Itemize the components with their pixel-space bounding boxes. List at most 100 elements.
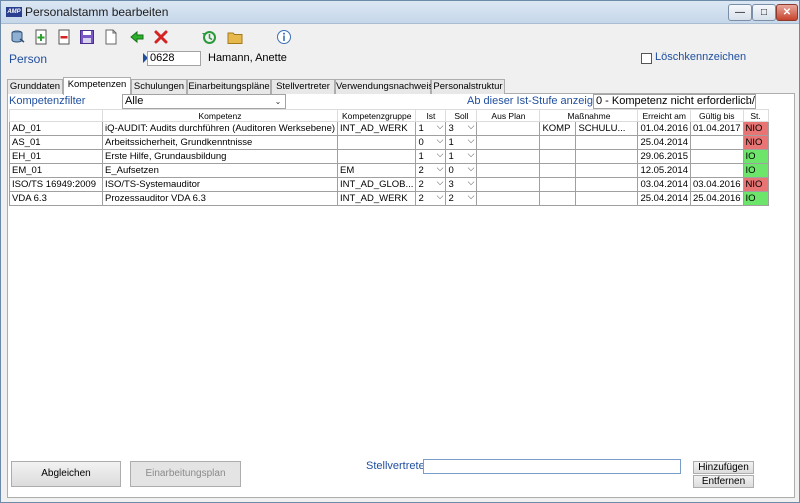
new-doc-icon[interactable] — [103, 29, 119, 45]
cell-massnahme-typ[interactable] — [575, 191, 639, 206]
cell-gueltig-bis[interactable] — [689, 149, 744, 164]
cell-kompetenz[interactable]: ISO/TS-Systemauditor — [101, 177, 339, 192]
tab-grunddaten[interactable]: Grunddaten — [7, 79, 63, 94]
table-row[interactable]: AD_01 iQ-AUDIT: Audits durchführen (Audi… — [9, 121, 769, 136]
save-icon[interactable] — [79, 29, 95, 45]
cancel-x-icon[interactable] — [153, 29, 169, 45]
cell-massnahme-typ[interactable] — [575, 135, 639, 150]
cell-aus-plan[interactable] — [476, 149, 541, 164]
cell-aus-plan[interactable] — [476, 191, 541, 206]
cell-soll-select[interactable]: 1 — [445, 149, 478, 164]
folder-icon[interactable] — [227, 29, 243, 45]
kompetenzfilter-select[interactable]: Alle ⌄ — [122, 94, 286, 109]
cell-kompetenz[interactable]: Erste Hilfe, Grundausbildung — [101, 149, 339, 164]
abgleichen-button[interactable]: Abgleichen — [11, 461, 121, 487]
person-number-field[interactable]: 0628 — [147, 51, 201, 66]
cell-code[interactable]: EH_01 — [9, 149, 103, 164]
tab-kompetenzen[interactable]: Kompetenzen — [63, 77, 131, 95]
cell-aus-plan[interactable] — [476, 135, 541, 150]
close-button[interactable]: ✕ — [776, 4, 798, 21]
cell-gueltig-bis[interactable] — [689, 163, 744, 178]
entfernen-button[interactable]: Entfernen — [693, 475, 754, 488]
cell-code[interactable]: ISO/TS 16949:2009 — [9, 177, 103, 192]
cell-ist-select[interactable]: 2 — [415, 177, 447, 192]
cell-massnahme-typ[interactable] — [575, 149, 639, 164]
cell-massnahme-typ[interactable]: SCHULU... — [575, 121, 639, 136]
tab-einarbeitungsplaene[interactable]: Einarbeitungspläne — [187, 79, 271, 94]
cell-gueltig-bis[interactable]: 01.04.2017 — [689, 121, 744, 136]
db-icon[interactable] — [10, 29, 26, 45]
cell-kompetenz[interactable]: iQ-AUDIT: Audits durchführen (Auditoren … — [101, 121, 339, 136]
table-row[interactable]: VDA 6.3 Prozessauditor VDA 6.3 INT_AD_WE… — [9, 191, 769, 206]
cell-massnahme[interactable] — [539, 177, 577, 192]
cell-gruppe[interactable]: INT_AD_WERK — [337, 121, 417, 136]
cell-massnahme[interactable]: KOMP — [539, 121, 577, 136]
col-header-aus-plan[interactable]: Aus Plan — [476, 109, 541, 122]
cell-soll-select[interactable]: 0 — [445, 163, 478, 178]
cell-soll-select[interactable]: 3 — [445, 121, 478, 136]
cell-code[interactable]: EM_01 — [9, 163, 103, 178]
cell-erreicht-am[interactable]: 01.04.2016 — [637, 121, 691, 136]
cell-gueltig-bis[interactable]: 25.04.2016 — [689, 191, 744, 206]
cell-code[interactable]: AS_01 — [9, 135, 103, 150]
col-header-ist[interactable]: Ist — [415, 109, 447, 122]
cell-gruppe[interactable] — [337, 135, 417, 150]
einarbeitungsplan-button[interactable]: Einarbeitungsplan — [130, 461, 241, 487]
maximize-button[interactable]: □ — [752, 4, 776, 21]
cell-gruppe[interactable]: EM — [337, 163, 417, 178]
col-header-soll[interactable]: Soll — [445, 109, 478, 122]
cell-aus-plan[interactable] — [476, 163, 541, 178]
cell-erreicht-am[interactable]: 29.06.2015 — [637, 149, 691, 164]
col-header-kompetenz[interactable]: Kompetenz — [101, 109, 339, 122]
col-header-code[interactable] — [9, 109, 103, 122]
cell-erreicht-am[interactable]: 03.04.2014 — [637, 177, 691, 192]
col-header-massnahme[interactable]: Maßnahme — [539, 109, 639, 122]
cell-soll-select[interactable]: 2 — [445, 191, 478, 206]
cell-kompetenz[interactable]: Prozessauditor VDA 6.3 — [101, 191, 339, 206]
cell-erreicht-am[interactable]: 25.04.2014 — [637, 191, 691, 206]
cell-ist-select[interactable]: 2 — [415, 163, 447, 178]
col-header-status[interactable]: St. — [742, 109, 769, 122]
cell-code[interactable]: VDA 6.3 — [9, 191, 103, 206]
minimize-button[interactable]: — — [728, 4, 752, 21]
tab-verwendungsnachweis[interactable]: Verwendungsnachweis — [335, 79, 433, 94]
cell-soll-select[interactable]: 3 — [445, 177, 478, 192]
cell-aus-plan[interactable] — [476, 121, 541, 136]
cell-soll-select[interactable]: 1 — [445, 135, 478, 150]
table-row[interactable]: EM_01 E_Aufsetzen EM 2 0 12.05.2014 IO — [9, 163, 769, 178]
back-arrow-icon[interactable] — [129, 29, 145, 45]
ist-stufe-select[interactable]: 0 - Kompetenz nicht erforderlich/ni ⌄ — [593, 94, 756, 109]
loeschkennzeichen-checkbox[interactable] — [641, 53, 652, 64]
cell-gruppe[interactable]: INT_AD_WERK — [337, 191, 417, 206]
table-row[interactable]: ISO/TS 16949:2009 ISO/TS-Systemauditor I… — [9, 177, 769, 192]
table-row[interactable]: AS_01 Arbeitssicherheit, Grundkenntnisse… — [9, 135, 769, 150]
cell-gueltig-bis[interactable] — [689, 135, 744, 150]
cell-massnahme[interactable] — [539, 163, 577, 178]
table-row[interactable]: EH_01 Erste Hilfe, Grundausbildung 1 1 2… — [9, 149, 769, 164]
cell-ist-select[interactable]: 1 — [415, 121, 447, 136]
tab-stellvertreter[interactable]: Stellvertreter — [271, 79, 335, 94]
cell-massnahme[interactable] — [539, 191, 577, 206]
col-header-gueltig-bis[interactable]: Gültig bis — [689, 109, 744, 122]
cell-ist-select[interactable]: 0 — [415, 135, 447, 150]
cell-massnahme[interactable] — [539, 135, 577, 150]
cell-erreicht-am[interactable]: 12.05.2014 — [637, 163, 691, 178]
history-icon[interactable] — [201, 29, 217, 45]
col-header-kompetenzgruppe[interactable]: Kompetenzgruppe — [337, 109, 417, 122]
info-icon[interactable] — [276, 29, 292, 45]
tab-schulungen[interactable]: Schulungen — [131, 79, 187, 94]
cell-kompetenz[interactable]: E_Aufsetzen — [101, 163, 339, 178]
delete-icon[interactable] — [56, 29, 72, 45]
cell-massnahme-typ[interactable] — [575, 163, 639, 178]
cell-massnahme[interactable] — [539, 149, 577, 164]
cell-erreicht-am[interactable]: 25.04.2014 — [637, 135, 691, 150]
add-icon[interactable] — [33, 29, 49, 45]
cell-gruppe[interactable]: INT_AD_GLOB... — [337, 177, 417, 192]
cell-gueltig-bis[interactable]: 03.04.2016 — [689, 177, 744, 192]
cell-ist-select[interactable]: 2 — [415, 191, 447, 206]
cell-kompetenz[interactable]: Arbeitssicherheit, Grundkenntnisse — [101, 135, 339, 150]
cell-ist-select[interactable]: 1 — [415, 149, 447, 164]
cell-aus-plan[interactable] — [476, 177, 541, 192]
stellvertreter-input[interactable] — [423, 459, 681, 474]
cell-massnahme-typ[interactable] — [575, 177, 639, 192]
